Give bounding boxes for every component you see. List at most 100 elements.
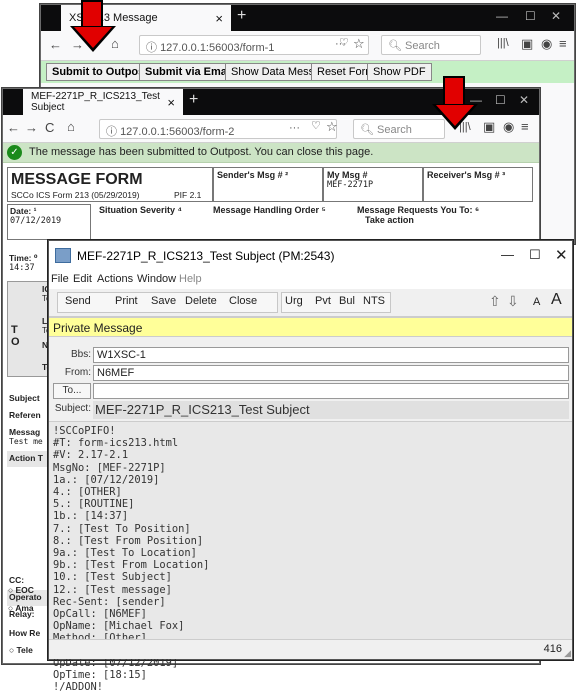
url-bar[interactable]: ⓘ 127.0.0.1:56003/form-1 ···	[139, 35, 369, 55]
tab-form2[interactable]: MEF-2271P_R_ICS213_Test Subject ×	[23, 89, 183, 115]
bbs-label: Bbs:	[70, 349, 91, 360]
bbs-field[interactable]: W1XSC-1	[93, 347, 569, 363]
bul-button[interactable]: Bul	[339, 295, 355, 307]
message-preview: Test me	[9, 437, 43, 446]
show-pdf-button[interactable]: Show PDF	[367, 63, 432, 81]
print-button[interactable]: Print	[115, 295, 138, 307]
subject-label-pm: Subject:	[54, 403, 91, 414]
maximize-icon[interactable]: ☐	[525, 9, 536, 23]
pocket-icon-2[interactable]: ♡	[311, 119, 321, 132]
send-button[interactable]: Send	[65, 295, 91, 307]
more-icon-2[interactable]: ···	[289, 122, 300, 134]
home-icon-2[interactable]: ⌂	[67, 119, 75, 134]
down-arrow-icon[interactable]: ⇩	[507, 293, 519, 310]
extension-icon[interactable]: ◉	[541, 36, 552, 52]
senders-msg-label: Sender's Msg # ²	[217, 170, 289, 180]
submitted-notice: ✓ The message has been submitted to Outp…	[3, 143, 539, 163]
new-tab-icon-2[interactable]: +	[189, 91, 198, 109]
my-msg-value: MEF-2271P	[327, 180, 374, 190]
subject-field[interactable]: MEF-2271P_R_ICS213_Test Subject	[93, 401, 569, 419]
requests-label: Message Requests You To: ⁶	[357, 205, 480, 215]
close-tab-icon[interactable]: ×	[215, 11, 223, 26]
radio-tele[interactable]: ○ Tele	[9, 645, 33, 655]
reload-icon[interactable]: C	[45, 120, 54, 135]
close-window-icon[interactable]: ✕	[551, 9, 561, 23]
up-arrow-icon[interactable]: ⇧	[489, 293, 501, 310]
message-body[interactable]: !SCCoPIFO! #T: form-ics213.html #V: 2.17…	[49, 421, 572, 693]
resize-grip-icon[interactable]: ◢	[564, 648, 571, 659]
date-value: 07/12/2019	[10, 216, 62, 226]
action-toolbar: Submit to Outpost Submit via Email Show …	[41, 61, 574, 83]
my-msg-cell: My Msg # MEF-2271P	[323, 167, 423, 202]
search-placeholder: Search	[405, 40, 440, 52]
star-icon-2[interactable]: ☆	[326, 119, 338, 135]
search-icon-2: 🔍︎	[360, 124, 378, 136]
pm-minimize-icon[interactable]: —	[501, 247, 514, 262]
pm-maximize-icon[interactable]: ☐	[529, 247, 541, 263]
menu-window[interactable]: Window	[137, 273, 176, 285]
sidebar-icon-2[interactable]: ▣	[483, 119, 495, 135]
close-window-icon-2[interactable]: ✕	[519, 93, 529, 107]
library-icon[interactable]: |||\	[497, 37, 509, 49]
url-bar-2[interactable]: ⓘ 127.0.0.1:56003/form-2 ···	[99, 119, 337, 139]
pm-title: MEF-2271P_R_ICS213_Test Subject (PM:2543…	[77, 249, 335, 263]
pocket-icon[interactable]: ♡	[339, 36, 349, 49]
tab-bar: XSC213 Message × + — ☐ ✕	[41, 5, 574, 31]
handling-label: Message Handling Order ⁵	[213, 205, 326, 215]
submit-outpost-button[interactable]: Submit to Outpost	[46, 63, 154, 81]
urg-button[interactable]: Urg	[285, 295, 303, 307]
minimize-icon[interactable]: —	[496, 9, 508, 23]
menu-icon-2[interactable]: ≡	[521, 119, 529, 134]
to-field[interactable]	[93, 383, 569, 399]
star-icon[interactable]: ☆	[353, 36, 365, 52]
receivers-msg-cell: Receiver's Msg # ³	[423, 167, 533, 202]
close-button[interactable]: Close	[229, 295, 257, 307]
radio-eoc-label: EOC	[15, 585, 34, 595]
delete-button[interactable]: Delete	[185, 295, 217, 307]
action-label: Action T	[7, 451, 51, 467]
pm-toolbar: Send Print Save Delete Close Urg Pvt Bul…	[49, 289, 572, 317]
close-tab-icon-2[interactable]: ×	[167, 95, 175, 110]
extension-icon-2[interactable]: ◉	[503, 119, 514, 135]
my-msg-label: My Msg #	[327, 170, 368, 180]
menu-file[interactable]: File	[51, 273, 69, 285]
pm-titlebar: MEF-2271P_R_ICS213_Test Subject (PM:2543…	[49, 241, 572, 271]
from-field[interactable]: N6MEF	[93, 365, 569, 381]
nts-button[interactable]: NTS	[363, 295, 385, 307]
receivers-msg-label: Receiver's Msg # ³	[427, 170, 506, 180]
menu-help[interactable]: Help	[179, 273, 202, 285]
menu-actions[interactable]: Actions	[97, 273, 133, 285]
routing-table: ICS Te Lo Te T O Na Tel	[7, 281, 56, 377]
save-button[interactable]: Save	[151, 295, 176, 307]
radio-ama[interactable]: ○ Ama	[8, 603, 34, 613]
form-pif: PIF 2.1	[174, 190, 202, 200]
to-o-label: O	[11, 336, 20, 348]
search-icon: 🔍︎	[388, 40, 406, 52]
senders-msg-cell: Sender's Msg # ²	[213, 167, 323, 202]
from-label: From:	[64, 367, 91, 378]
radio-tele-label: Tele	[16, 645, 33, 655]
check-icon: ✓	[7, 145, 22, 160]
search-box[interactable]: 🔍︎ Search	[381, 35, 481, 55]
to-t-label: T	[11, 324, 18, 336]
menu-icon[interactable]: ≡	[559, 36, 567, 51]
radio-eoc[interactable]: ○ EOC	[8, 585, 34, 595]
radio-ama-label: Ama	[15, 603, 34, 613]
font-larger-button[interactable]: A	[551, 291, 562, 309]
to-button[interactable]: To...	[53, 383, 91, 399]
back-icon[interactable]: ←	[49, 37, 62, 52]
maximize-icon-2[interactable]: ☐	[495, 93, 506, 107]
message-type-header: Private Message	[49, 317, 572, 337]
forward-icon-2[interactable]: →	[25, 120, 38, 135]
new-tab-icon[interactable]: +	[237, 7, 246, 25]
pm-close-icon[interactable]: ✕	[555, 246, 568, 264]
pvt-button[interactable]: Pvt	[315, 295, 331, 307]
reference-label: Referen	[9, 410, 41, 420]
tab-title-2: MEF-2271P_R_ICS213_Test Subject	[31, 91, 160, 113]
app-icon	[55, 248, 71, 263]
how-received-label: How Re	[9, 628, 41, 638]
back-icon-2[interactable]: ←	[7, 120, 20, 135]
sidebar-icon[interactable]: ▣	[521, 36, 533, 52]
menu-edit[interactable]: Edit	[73, 273, 92, 285]
font-smaller-button[interactable]: A	[533, 296, 540, 308]
